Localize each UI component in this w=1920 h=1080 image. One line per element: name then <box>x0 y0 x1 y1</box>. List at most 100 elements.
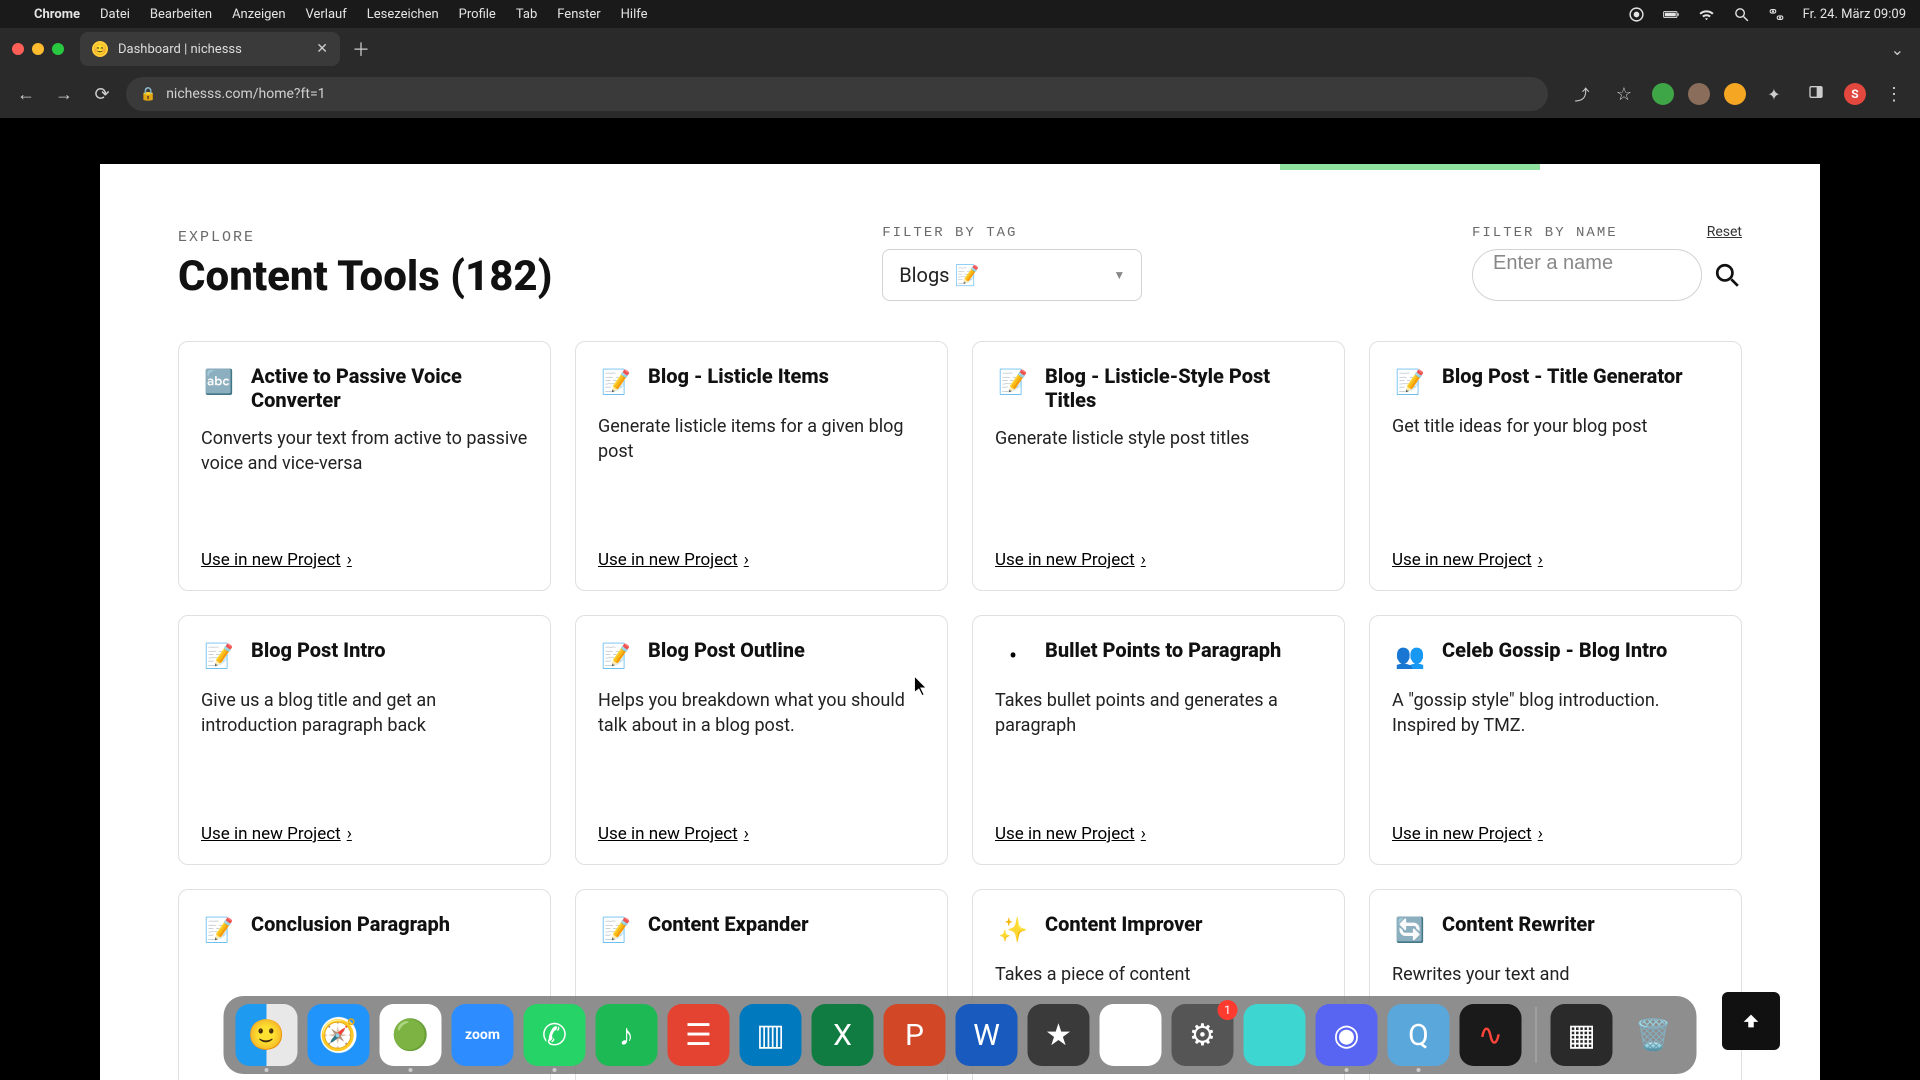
dock-app-icon[interactable] <box>1244 1004 1306 1066</box>
side-panel-icon[interactable] <box>1802 84 1830 105</box>
tool-icon: • <box>995 638 1031 674</box>
tool-icon: 📝 <box>1392 364 1428 400</box>
search-icon[interactable] <box>1714 262 1740 288</box>
dock-trash-icon[interactable]: 🗑️ <box>1623 1004 1685 1066</box>
window-maximize-button[interactable] <box>52 43 64 55</box>
bookmark-star-icon[interactable]: ☆ <box>1610 84 1638 105</box>
battery-icon[interactable] <box>1663 6 1680 23</box>
window-minimize-button[interactable] <box>32 43 44 55</box>
tool-title: Blog - Listicle Items <box>648 364 829 388</box>
dock-safari-icon[interactable]: 🧭 <box>308 1004 370 1066</box>
use-in-project-link[interactable]: Use in new Project› <box>1392 550 1719 570</box>
menubar-item[interactable]: Profile <box>459 7 496 22</box>
new-tab-button[interactable]: ＋ <box>352 36 370 62</box>
filter-tag-value: Blogs 📝 <box>899 263 979 287</box>
extension-icon[interactable] <box>1688 83 1710 105</box>
dock-mission-control-icon[interactable]: ▦ <box>1551 1004 1613 1066</box>
tool-title: Blog Post - Title Generator <box>1442 364 1683 388</box>
dock-imovie-icon[interactable]: ★ <box>1028 1004 1090 1066</box>
menubar-item[interactable]: Anzeigen <box>232 7 285 22</box>
tool-card[interactable]: •Bullet Points to ParagraphTakes bullet … <box>972 615 1345 865</box>
chevron-right-icon: › <box>1538 550 1543 570</box>
dock-discord-icon[interactable]: ◉ <box>1316 1004 1378 1066</box>
menubar-app-name[interactable]: Chrome <box>34 7 80 22</box>
tool-card[interactable]: 📝 Blog Post - Title Generator Get title id… <box>1369 341 1742 591</box>
dock-quicktime-icon[interactable]: Q <box>1388 1004 1450 1066</box>
reset-link[interactable]: Reset <box>1707 224 1742 240</box>
dock-todoist-icon[interactable]: ☰ <box>668 1004 730 1066</box>
chevron-down-icon: ▼ <box>1113 268 1125 282</box>
nav-reload-button[interactable]: ⟳ <box>88 84 116 105</box>
notification-bar <box>1280 164 1540 170</box>
tool-description: Generate listicle style post titles <box>995 426 1322 536</box>
dock-excel-icon[interactable]: X <box>812 1004 874 1066</box>
tool-card[interactable]: 📝Blog - Listicle ItemsGenerate listicle … <box>575 341 948 591</box>
tool-card[interactable]: 🔤Active to Passive Voice ConverterConver… <box>178 341 551 591</box>
nav-back-button[interactable]: ← <box>12 84 40 105</box>
extensions-puzzle-icon[interactable]: ✦ <box>1760 85 1788 104</box>
dock-voice-memos-icon[interactable]: ∿ <box>1460 1004 1522 1066</box>
profile-avatar[interactable]: S <box>1844 83 1866 105</box>
address-bar[interactable]: 🔒 nichesss.com/home?ft=1 <box>126 77 1548 111</box>
tool-description: Takes bullet points and generates a para… <box>995 688 1322 810</box>
filter-tag-label: FILTER BY TAG <box>882 225 1142 241</box>
extension-icon[interactable] <box>1724 83 1746 105</box>
use-in-project-link[interactable]: Use in new Project› <box>201 550 528 570</box>
dock-trello-icon[interactable]: ▥ <box>740 1004 802 1066</box>
spotlight-icon[interactable] <box>1733 6 1750 23</box>
use-in-project-link[interactable]: Use in new Project› <box>598 550 925 570</box>
dock-word-icon[interactable]: W <box>956 1004 1018 1066</box>
dock-settings-icon[interactable]: ⚙1 <box>1172 1004 1234 1066</box>
tool-icon: 📝 <box>598 638 634 674</box>
share-icon[interactable]: ⤴ <box>1568 84 1596 105</box>
tool-card[interactable]: 📝Blog Post OutlineHelps you breakdown wh… <box>575 615 948 865</box>
use-in-project-link[interactable]: Use in new Project› <box>201 824 528 844</box>
dock-powerpoint-icon[interactable]: P <box>884 1004 946 1066</box>
tool-description: Give us a blog title and get an introduc… <box>201 688 528 810</box>
dock-chrome-icon[interactable]: 🟢 <box>380 1004 442 1066</box>
search-input[interactable] <box>1493 252 1681 275</box>
dock-spotify-icon[interactable]: ♪ <box>596 1004 658 1066</box>
menubar-item[interactable]: Fenster <box>557 7 600 22</box>
tool-description: Generate listicle items for a given blog… <box>598 414 925 536</box>
use-in-project-link[interactable]: Use in new Project› <box>1392 824 1719 844</box>
chevron-right-icon: › <box>1141 550 1146 570</box>
tab-list-expand-icon[interactable]: ⌄ <box>1891 40 1904 59</box>
tool-card[interactable]: 📝Blog - Listicle-Style Post TitlesGenera… <box>972 341 1345 591</box>
tool-description: Get title ideas for your blog post <box>1392 414 1719 536</box>
extension-icon[interactable] <box>1652 83 1674 105</box>
browser-tab[interactable]: 😊 Dashboard | nichesss ✕ <box>80 32 340 66</box>
menubar-item[interactable]: Verlauf <box>306 7 347 22</box>
dock-settings-badge: 1 <box>1218 1000 1238 1020</box>
section-eyebrow: EXPLORE <box>178 229 552 246</box>
tool-card[interactable]: 👥Celeb Gossip - Blog IntroA "gossip styl… <box>1369 615 1742 865</box>
search-input-wrapper[interactable] <box>1472 249 1702 301</box>
use-in-project-link[interactable]: Use in new Project› <box>995 824 1322 844</box>
tab-close-icon[interactable]: ✕ <box>316 41 328 57</box>
scroll-to-top-button[interactable] <box>1722 992 1780 1050</box>
tool-card[interactable]: 📝Blog Post IntroGive us a blog title and… <box>178 615 551 865</box>
menubar-item[interactable]: Lesezeichen <box>367 7 439 22</box>
tool-icon: 📝 <box>201 638 237 674</box>
dock-drive-icon[interactable]: △ <box>1100 1004 1162 1066</box>
chevron-right-icon: › <box>744 550 749 570</box>
screen-record-icon[interactable] <box>1628 6 1645 23</box>
tool-title: Content Improver <box>1045 912 1203 936</box>
menubar-item[interactable]: Bearbeiten <box>150 7 212 22</box>
filter-tag-select[interactable]: Blogs 📝 ▼ <box>882 249 1142 301</box>
nav-forward-button[interactable]: → <box>50 84 78 105</box>
menubar-item[interactable]: Tab <box>516 7 537 22</box>
use-in-project-link[interactable]: Use in new Project› <box>995 550 1322 570</box>
dock-zoom-icon[interactable]: zoom <box>452 1004 514 1066</box>
tool-icon: 🔄 <box>1392 912 1428 948</box>
control-center-icon[interactable] <box>1768 6 1785 23</box>
chrome-menu-icon[interactable]: ⋮ <box>1880 84 1908 105</box>
wifi-icon[interactable] <box>1698 6 1715 23</box>
menubar-item[interactable]: Hilfe <box>621 7 648 22</box>
menubar-item[interactable]: Datei <box>100 7 130 22</box>
window-close-button[interactable] <box>12 43 24 55</box>
dock-finder-icon[interactable]: 🙂 <box>236 1004 298 1066</box>
menubar-clock[interactable]: Fr. 24. März 09:09 <box>1803 7 1906 22</box>
dock-whatsapp-icon[interactable]: ✆ <box>524 1004 586 1066</box>
use-in-project-link[interactable]: Use in new Project› <box>598 824 925 844</box>
